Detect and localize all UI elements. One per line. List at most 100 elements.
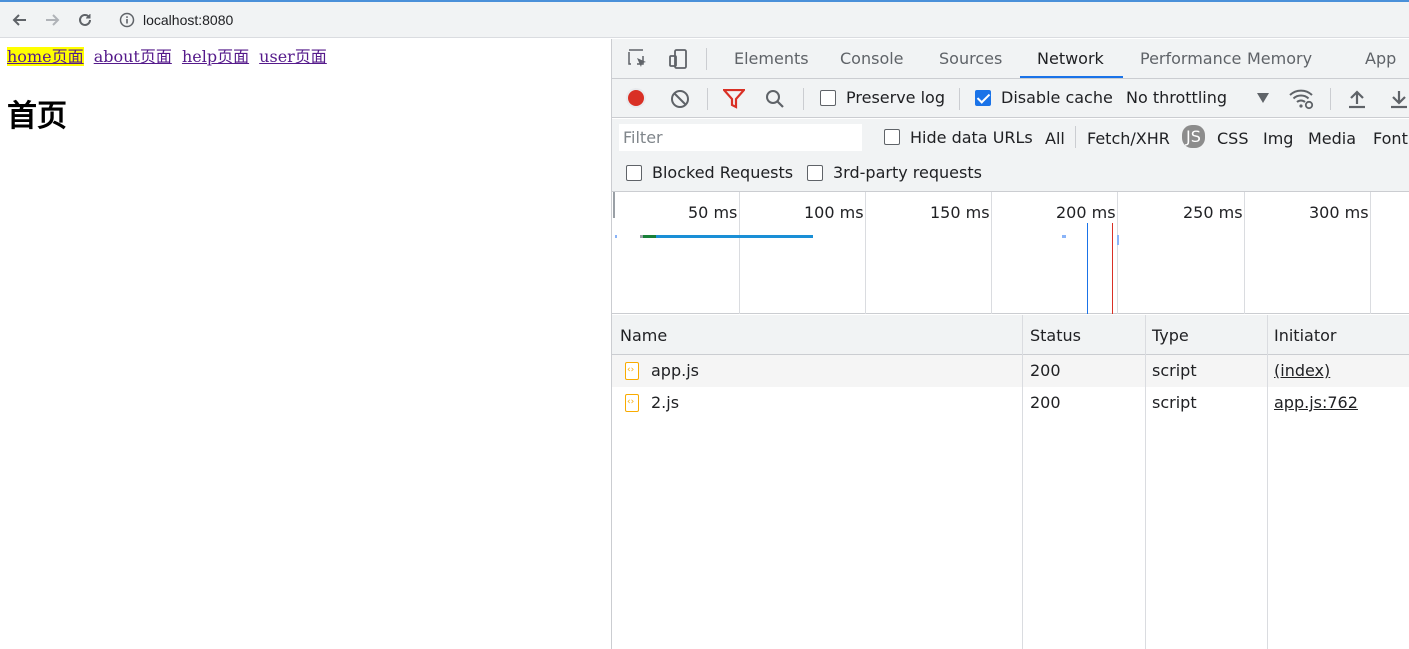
blocked-requests-label: Blocked Requests — [652, 163, 794, 182]
toolbar-separator — [1330, 88, 1331, 110]
request-name: 2.js — [651, 393, 680, 412]
reload-icon — [79, 13, 91, 26]
script-file-icon — [625, 362, 639, 380]
devtools-tab-bar: Elements Console Sources Network Perform… — [612, 39, 1409, 79]
timeline-request-bar — [1117, 235, 1119, 245]
filter-icon — [723, 89, 745, 109]
timeline-gridline — [1370, 192, 1371, 314]
type-filter-font[interactable]: Font — [1373, 129, 1408, 148]
tab-network[interactable]: Network — [1037, 49, 1104, 68]
forward-button[interactable] — [40, 8, 64, 32]
toolbar-separator — [803, 88, 804, 110]
tab-memory[interactable]: Memory — [1247, 49, 1312, 68]
hide-data-urls-checkbox[interactable] — [884, 129, 900, 145]
column-divider[interactable] — [1022, 315, 1023, 649]
devtools-panel: Elements Console Sources Network Perform… — [611, 39, 1409, 649]
record-button[interactable] — [625, 87, 647, 109]
search-icon — [766, 90, 784, 108]
network-filter-bar: Filter Hide data URLs All Fetch/XHR JS C… — [612, 119, 1409, 192]
type-filter-all[interactable]: All — [1045, 129, 1065, 148]
column-divider[interactable] — [1267, 315, 1268, 649]
inspect-cursor-icon — [628, 49, 646, 67]
url-text: localhost:8080 — [143, 12, 234, 28]
back-button[interactable] — [8, 8, 32, 32]
page-title: 首页 — [7, 99, 67, 134]
timeline-gridline — [1244, 192, 1245, 314]
network-toolbar: Preserve log Disable cache No throttling — [612, 79, 1409, 118]
page-nav: home页面 about页面 help页面 user页面 — [7, 47, 332, 67]
load-event-line — [1112, 223, 1113, 314]
type-filter-fetch-xhr[interactable]: Fetch/XHR — [1087, 129, 1170, 148]
clear-button[interactable] — [669, 88, 691, 110]
browser-address-bar: localhost:8080 — [0, 2, 1409, 38]
type-filter-css[interactable]: CSS — [1217, 129, 1248, 148]
tab-performance[interactable]: Performance — [1140, 49, 1241, 68]
network-requests-table: Name Status Type Initiator app.js 200 sc… — [612, 315, 1409, 649]
tab-console[interactable]: Console — [840, 49, 904, 68]
record-icon — [626, 88, 646, 108]
filter-toggle-button[interactable] — [722, 88, 746, 110]
filter-input[interactable]: Filter — [619, 124, 862, 151]
web-page: home页面 about页面 help页面 user页面 首页 — [0, 39, 611, 649]
timeline-start-marker — [613, 192, 615, 218]
column-header-type[interactable]: Type — [1152, 326, 1189, 345]
tab-elements[interactable]: Elements — [734, 49, 809, 68]
script-file-icon — [625, 394, 639, 412]
third-party-checkbox[interactable] — [807, 165, 823, 181]
column-header-initiator[interactable]: Initiator — [1274, 326, 1336, 345]
nav-link-user[interactable]: user页面 — [259, 47, 327, 66]
filter-separator — [1075, 126, 1076, 148]
timeline-tick-label: 300 ms — [1309, 203, 1369, 222]
nav-link-home[interactable]: home页面 — [7, 47, 84, 66]
table-row[interactable]: 2.js 200 script app.js:762 — [612, 387, 1409, 419]
wifi-settings-icon — [1289, 89, 1314, 110]
request-name: app.js — [651, 361, 699, 380]
import-har-button[interactable] — [1346, 87, 1368, 111]
timeline-tick-label: 50 ms — [688, 203, 738, 222]
type-filter-js[interactable]: JS — [1182, 125, 1205, 148]
toolbar-separator — [707, 88, 708, 110]
table-row[interactable]: app.js 200 script (index) — [612, 355, 1409, 387]
column-divider[interactable] — [1145, 315, 1146, 649]
caret-down-icon — [1257, 93, 1269, 103]
table-header-row: Name Status Type Initiator — [612, 315, 1409, 355]
network-conditions-button[interactable] — [1289, 87, 1315, 111]
preserve-log-checkbox[interactable] — [820, 90, 836, 106]
column-header-status[interactable]: Status — [1030, 326, 1081, 345]
tab-separator — [706, 48, 707, 70]
url-field[interactable]: localhost:8080 — [107, 6, 1409, 34]
timeline-gridline — [1117, 192, 1118, 314]
search-button[interactable] — [764, 88, 786, 110]
column-header-name[interactable]: Name — [620, 326, 667, 345]
nav-link-help[interactable]: help页面 — [182, 47, 249, 66]
throttling-select[interactable]: No throttling — [1126, 88, 1227, 107]
network-overview-timeline[interactable]: 50 ms 100 ms 150 ms 200 ms 250 ms 300 ms — [612, 192, 1409, 314]
request-status: 200 — [1030, 393, 1061, 412]
reload-button[interactable] — [73, 8, 97, 32]
inspect-element-button[interactable] — [626, 48, 650, 70]
export-har-button[interactable] — [1388, 87, 1409, 111]
request-initiator-link[interactable]: (index) — [1274, 361, 1330, 380]
active-tab-indicator — [1020, 76, 1123, 78]
timeline-request-bar — [643, 235, 656, 238]
timeline-request-bar — [1062, 235, 1066, 238]
preserve-log-label: Preserve log — [846, 88, 945, 107]
toolbar-separator — [959, 88, 960, 110]
type-filter-img[interactable]: Img — [1263, 129, 1293, 148]
device-toolbar-button[interactable] — [666, 47, 690, 71]
type-filter-media[interactable]: Media — [1308, 129, 1356, 148]
timeline-request-bar — [615, 235, 617, 238]
third-party-label: 3rd-party requests — [833, 163, 982, 182]
nav-link-about[interactable]: about页面 — [94, 47, 172, 66]
timeline-tick-label: 250 ms — [1183, 203, 1243, 222]
request-initiator-link[interactable]: app.js:762 — [1274, 393, 1358, 412]
throttling-dropdown-icon[interactable] — [1256, 91, 1270, 105]
request-status: 200 — [1030, 361, 1061, 380]
disable-cache-checkbox[interactable] — [975, 90, 991, 106]
blocked-requests-checkbox[interactable] — [626, 165, 642, 181]
timeline-request-bar — [656, 235, 813, 238]
info-icon — [119, 12, 135, 28]
tab-application[interactable]: App — [1365, 49, 1396, 68]
tab-sources[interactable]: Sources — [939, 49, 1002, 68]
arrow-left-icon — [12, 14, 26, 26]
